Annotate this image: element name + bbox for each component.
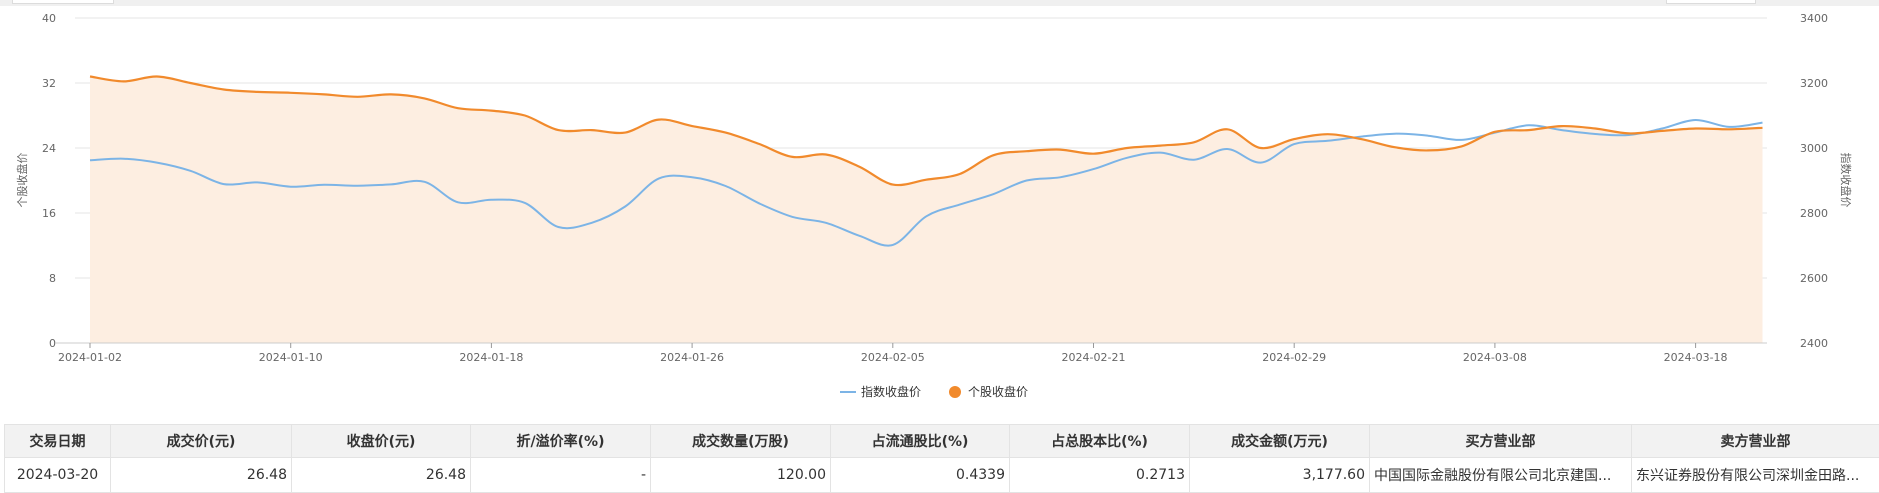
cell-seller[interactable]: 东兴证券股份有限公司深圳金田路... bbox=[1632, 458, 1879, 493]
x-tick-label: 2024-01-18 bbox=[459, 351, 523, 364]
right-tick-label: 3200 bbox=[1800, 77, 1828, 90]
left-axis: 0 8 16 24 32 40 bbox=[42, 12, 56, 350]
header-close-price[interactable]: 收盘价(元) bbox=[292, 425, 471, 458]
left-tick-label: 40 bbox=[42, 12, 56, 25]
header-volume[interactable]: 成交数量(万股) bbox=[651, 425, 831, 458]
cell-premium-rate: - bbox=[471, 458, 651, 493]
legend-index-label: 指数收盘价 bbox=[861, 384, 921, 399]
right-tick-label: 2800 bbox=[1800, 207, 1828, 220]
legend-item-stock[interactable]: 个股收盘价 bbox=[949, 384, 1028, 399]
header-total-ratio[interactable]: 占总股本比(%) bbox=[1010, 425, 1190, 458]
x-tick-label: 2024-01-26 bbox=[660, 351, 724, 364]
legend[interactable]: 指数收盘价 个股收盘价 bbox=[840, 384, 1028, 399]
right-tick-label: 2400 bbox=[1800, 337, 1828, 350]
header-premium-rate[interactable]: 折/溢价率(%) bbox=[471, 425, 651, 458]
cell-volume: 120.00 bbox=[651, 458, 831, 493]
stock-area bbox=[90, 77, 1763, 344]
right-tick-label: 3000 bbox=[1800, 142, 1828, 155]
legend-stock-label: 个股收盘价 bbox=[968, 384, 1028, 399]
header-buyer[interactable]: 买方营业部 bbox=[1370, 425, 1632, 458]
cell-amount: 3,177.60 bbox=[1190, 458, 1370, 493]
header-amount[interactable]: 成交金额(万元) bbox=[1190, 425, 1370, 458]
x-tick-label: 2024-02-21 bbox=[1062, 351, 1126, 364]
left-axis-title: 个股收盘价 bbox=[15, 153, 29, 208]
cell-buyer[interactable]: 中国国际金融股份有限公司北京建国... bbox=[1370, 458, 1632, 493]
x-tick-label: 2024-02-29 bbox=[1262, 351, 1326, 364]
left-tick-label: 16 bbox=[42, 207, 56, 220]
x-tick-label: 2024-03-18 bbox=[1664, 351, 1728, 364]
x-axis: 2024-01-02 2024-01-10 2024-01-18 2024-01-26… bbox=[55, 343, 1767, 364]
table-header-row: 交易日期 成交价(元) 收盘价(元) 折/溢价率(%) 成交数量(万股) 占流通… bbox=[5, 425, 1879, 458]
x-tick-label: 2024-03-08 bbox=[1463, 351, 1527, 364]
header-trade-price[interactable]: 成交价(元) bbox=[111, 425, 292, 458]
left-tick-label: 24 bbox=[42, 142, 56, 155]
right-tick-label: 2600 bbox=[1800, 272, 1828, 285]
x-tick-label: 2024-02-05 bbox=[861, 351, 925, 364]
legend-stock-swatch bbox=[949, 386, 961, 398]
left-tick-label: 8 bbox=[49, 272, 56, 285]
area-layer bbox=[90, 77, 1763, 344]
right-axis: 2400 2600 2800 3000 3200 3400 bbox=[1800, 12, 1828, 350]
right-axis-title: 指数收盘价 bbox=[1839, 153, 1853, 208]
header-seller[interactable]: 卖方营业部 bbox=[1632, 425, 1879, 458]
cell-float-ratio: 0.4339 bbox=[831, 458, 1010, 493]
price-chart: 0 8 16 24 32 40 2400 2600 2800 3000 3200 3400 2024… bbox=[0, 0, 1879, 420]
cell-trade-date: 2024-03-20 bbox=[5, 458, 111, 493]
trade-table: 交易日期 成交价(元) 收盘价(元) 折/溢价率(%) 成交数量(万股) 占流通… bbox=[4, 424, 1879, 493]
cell-trade-price: 26.48 bbox=[111, 458, 292, 493]
header-float-ratio[interactable]: 占流通股比(%) bbox=[831, 425, 1010, 458]
x-tick-label: 2024-01-10 bbox=[259, 351, 323, 364]
header-trade-date[interactable]: 交易日期 bbox=[5, 425, 111, 458]
cell-total-ratio: 0.2713 bbox=[1010, 458, 1190, 493]
table-row: 2024-03-20 26.48 26.48 - 120.00 0.4339 0… bbox=[5, 458, 1879, 493]
x-tick-label: 2024-01-02 bbox=[58, 351, 122, 364]
legend-item-index[interactable]: 指数收盘价 bbox=[840, 384, 921, 399]
right-tick-label: 3400 bbox=[1800, 12, 1828, 25]
cell-close-price: 26.48 bbox=[292, 458, 471, 493]
left-tick-label: 0 bbox=[49, 337, 56, 350]
left-tick-label: 32 bbox=[42, 77, 56, 90]
